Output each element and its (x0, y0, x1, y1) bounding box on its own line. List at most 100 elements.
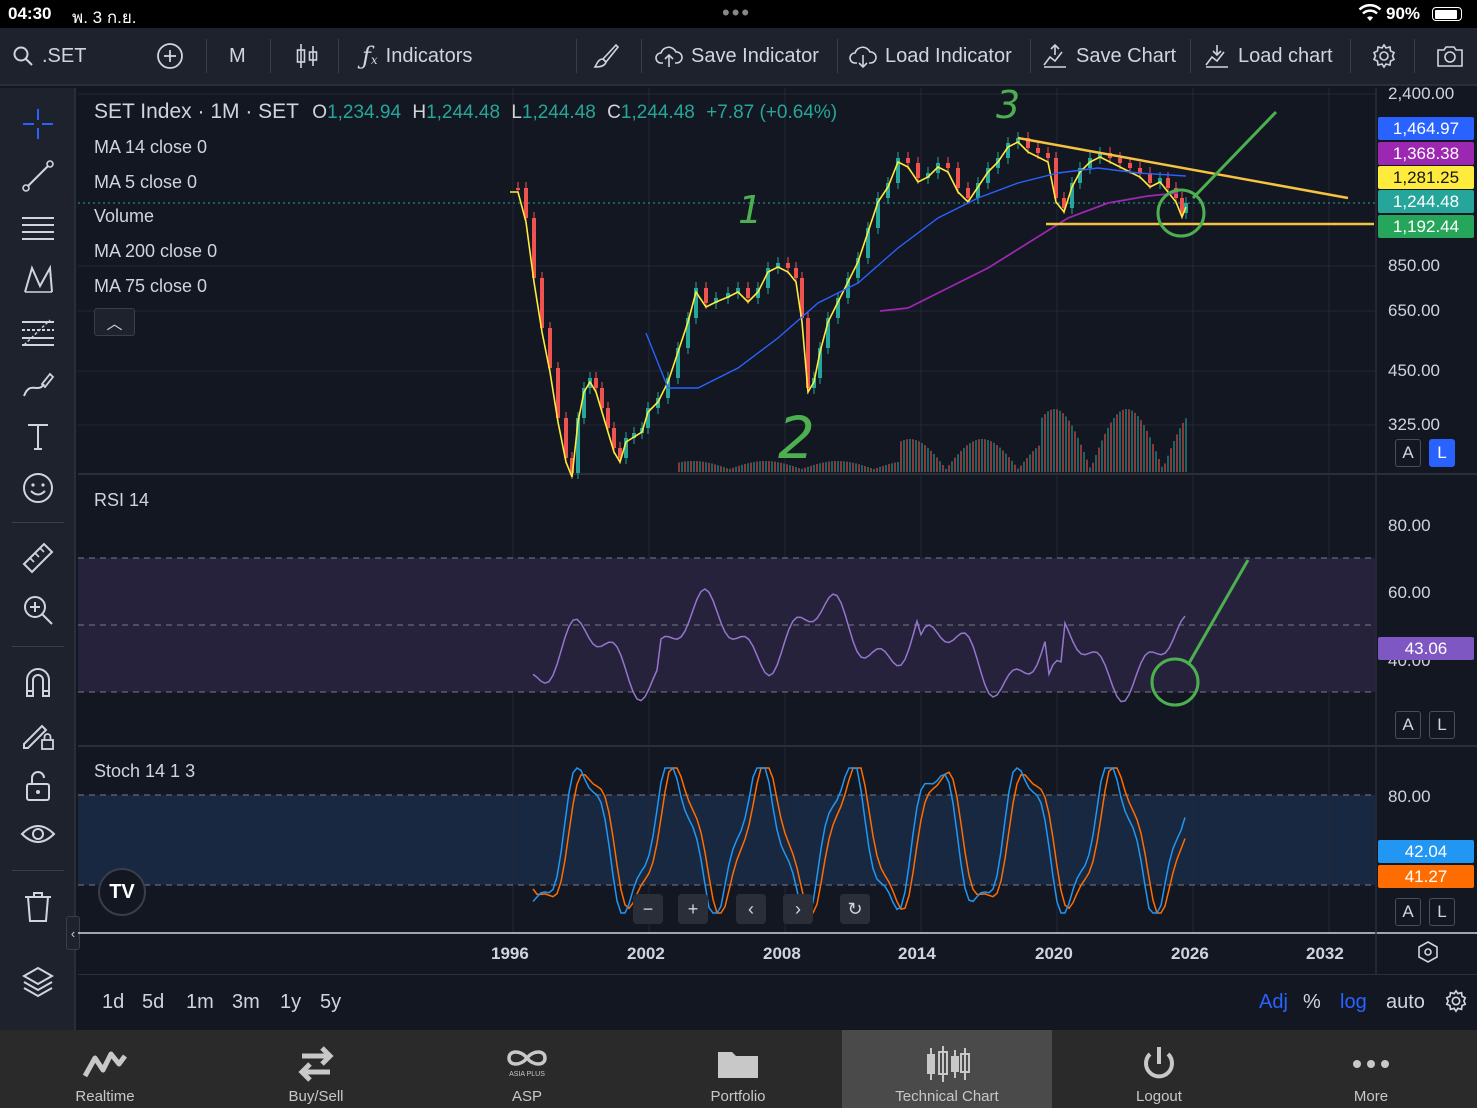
symbol-search-button[interactable]: .SET (12, 28, 86, 84)
crosshair-tool[interactable] (14, 102, 62, 146)
drawing-brush-button[interactable] (592, 28, 620, 84)
range-5y[interactable]: 5y (320, 991, 341, 1014)
auto-scale-button[interactable]: auto (1386, 991, 1425, 1014)
horizontal-lines-icon (22, 217, 54, 240)
fib-tool[interactable] (14, 310, 62, 354)
compare-symbol-button[interactable] (156, 28, 184, 84)
interval-button[interactable]: M (229, 28, 246, 84)
cloud-upload-icon (655, 46, 683, 67)
scroll-left-button[interactable]: ‹ (736, 894, 766, 924)
camera-icon (1437, 46, 1463, 67)
volume-bar (828, 461, 830, 472)
collapse-legend-button[interactable]: ︿ (94, 308, 135, 336)
indicator-label-ma75[interactable]: MA 75 close 0 (94, 276, 207, 297)
volume-bar (1056, 409, 1058, 472)
trash-icon (25, 892, 51, 922)
chart-settings-button[interactable] (1371, 28, 1397, 84)
range-1d[interactable]: 1d (102, 991, 124, 1014)
trend-line-tool[interactable] (14, 154, 62, 198)
range-settings-button[interactable] (1444, 989, 1468, 1019)
battery-icon (1432, 7, 1462, 21)
rsi-pane-label[interactable]: RSI 14 (94, 490, 149, 511)
nav-logout[interactable]: Logout (1054, 1030, 1264, 1108)
pencil-lock-icon (23, 724, 54, 750)
volume-bar (765, 461, 767, 472)
nav-buy-sell[interactable]: Buy/Sell (211, 1030, 421, 1108)
indicator-label-volume[interactable]: Volume (94, 206, 154, 227)
time-axis-settings-button[interactable] (1416, 940, 1440, 964)
volume-bar (990, 441, 992, 472)
brush-tool[interactable] (14, 362, 62, 406)
zoom-in-button[interactable]: + (678, 894, 708, 924)
indicator-label-ma200[interactable]: MA 200 close 0 (94, 241, 217, 262)
indicators-button[interactable]: ƒx Indicators (362, 28, 472, 84)
candle-body (786, 263, 790, 268)
lock-all-tool[interactable] (14, 764, 62, 808)
measure-tool[interactable] (14, 536, 62, 580)
rsi-log-scale-button[interactable]: L (1429, 711, 1455, 739)
volume-bar (699, 461, 701, 472)
volume-bar (1083, 452, 1085, 472)
nav-more[interactable]: More (1266, 1030, 1476, 1108)
object-tree-tool[interactable] (14, 960, 62, 1004)
stoch-log-scale-button[interactable]: L (1429, 898, 1455, 926)
stoch-pane-label[interactable]: Stoch 14 1 3 (94, 761, 195, 782)
indicator-label-ma5[interactable]: MA 5 close 0 (94, 172, 197, 193)
load-chart-label: Load chart (1238, 44, 1333, 67)
multitask-dots-icon[interactable]: ••• (722, 0, 751, 26)
range-1m[interactable]: 1m (186, 991, 214, 1014)
price-auto-scale-button[interactable]: A (1395, 439, 1421, 467)
volume-bar (930, 450, 932, 472)
zoom-in-tool[interactable] (14, 588, 62, 632)
bottom-navigation: Realtime Buy/Sell ASIA PLUS ASP Portfoli… (0, 1030, 1477, 1108)
volume-bar (1152, 444, 1154, 472)
tradingview-logo[interactable]: TV (98, 868, 146, 916)
volume-bar (738, 465, 740, 472)
nav-technical-chart[interactable]: Technical Chart (842, 1030, 1052, 1108)
eye-icon (20, 825, 56, 843)
rsi-auto-scale-button[interactable]: A (1395, 711, 1421, 739)
chart-canvas[interactable]: 1 2 3 (78, 88, 1477, 974)
log-scale-button[interactable]: log (1340, 991, 1367, 1014)
hide-drawings-tool[interactable] (14, 812, 62, 856)
price-log-scale-button[interactable]: L (1429, 439, 1455, 467)
save-indicator-button[interactable]: Save Indicator (655, 28, 819, 84)
nav-portfolio[interactable]: Portfolio (633, 1030, 843, 1108)
candle-body (1046, 153, 1050, 158)
volume-bar (825, 462, 827, 472)
nav-asp[interactable]: ASIA PLUS ASP (422, 1030, 632, 1108)
volume-bar (894, 462, 896, 472)
price-tick: 450.00 (1388, 361, 1440, 380)
volume-bar (1011, 460, 1013, 472)
horizontal-lines-tool[interactable] (14, 206, 62, 250)
emoji-tool[interactable] (14, 466, 62, 510)
chart-area[interactable]: 123 SET Index · 1M · SET O1,234.94 H1,24… (78, 84, 1477, 1030)
load-chart-button[interactable]: Load chart (1204, 28, 1333, 84)
load-indicator-button[interactable]: Load Indicator (849, 28, 1012, 84)
scroll-right-button[interactable]: › (783, 894, 813, 924)
legend-open: 1,234.94 (327, 102, 402, 123)
crosshair-icon (23, 109, 53, 139)
save-chart-button[interactable]: Save Chart (1042, 28, 1176, 84)
adjust-button[interactable]: Adj (1259, 991, 1288, 1014)
reset-chart-button[interactable]: ↻ (840, 894, 870, 924)
zoom-out-button[interactable]: − (633, 894, 663, 924)
percent-scale-button[interactable]: % (1303, 991, 1321, 1014)
indicator-label-ma14[interactable]: MA 14 close 0 (94, 137, 207, 158)
chart-type-button[interactable] (294, 28, 320, 84)
screenshot-button[interactable] (1435, 28, 1465, 84)
delete-drawings-tool[interactable] (14, 884, 62, 928)
magnet-tool[interactable] (14, 660, 62, 704)
lock-drawing-tool[interactable] (14, 712, 62, 756)
range-3m[interactable]: 3m (232, 991, 260, 1014)
pattern-tool[interactable] (14, 258, 62, 302)
text-tool[interactable] (14, 414, 62, 458)
nav-realtime[interactable]: Realtime (0, 1030, 210, 1108)
volume-bar (1038, 445, 1040, 472)
volume-bar (945, 468, 947, 472)
range-5d[interactable]: 5d (142, 991, 164, 1014)
volume-bar (1086, 459, 1088, 472)
volume-bar (1023, 461, 1025, 472)
stoch-auto-scale-button[interactable]: A (1395, 898, 1421, 926)
range-1y[interactable]: 1y (280, 991, 301, 1014)
